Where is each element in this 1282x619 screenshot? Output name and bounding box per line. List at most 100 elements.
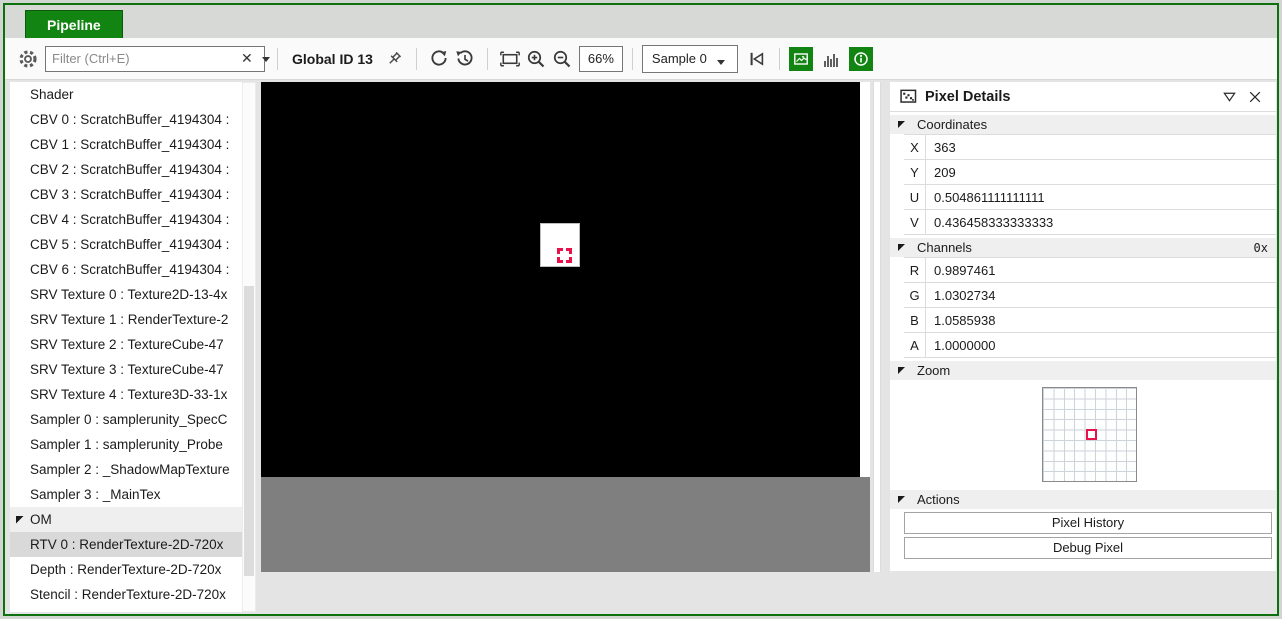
section-actions[interactable]: Actions <box>890 490 1276 509</box>
toolbar-separator <box>416 48 417 70</box>
viewport-scrollbar[interactable] <box>873 82 881 572</box>
filter-input[interactable] <box>46 51 234 66</box>
pin-button[interactable] <box>381 46 407 72</box>
info-icon <box>853 51 869 67</box>
zoom-preview-area <box>890 380 1276 487</box>
sidebar-item-label: CBV 0 : ScratchBuffer_4194304 : <box>30 112 229 127</box>
toolbar-separator <box>487 48 488 70</box>
row-value[interactable]: 1.0302734 <box>926 288 995 303</box>
sidebar-item[interactable]: Depth : RenderTexture-2D-720x <box>10 557 242 582</box>
sidebar-item[interactable]: SRV Texture 0 : Texture2D-13-4x <box>10 282 242 307</box>
debug-pixel-button[interactable]: Debug Pixel <box>904 537 1272 559</box>
sidebar-item[interactable]: Shader <box>10 82 242 107</box>
fit-to-window-button[interactable] <box>497 46 523 72</box>
sidebar-item-label: Depth : RenderTexture-2D-720x <box>30 562 221 577</box>
toolbar-separator <box>632 48 633 70</box>
sidebar-item[interactable]: CBV 0 : ScratchBuffer_4194304 : <box>10 107 242 132</box>
sidebar-item[interactable]: Sampler 0 : samplerunity_SpecC <box>10 407 242 432</box>
pixel-history-button[interactable]: Pixel History <box>904 512 1272 534</box>
sample-select[interactable]: Sample 0 <box>642 45 738 73</box>
scrollbar-thumb[interactable] <box>244 286 254 576</box>
row-value[interactable]: 1.0000000 <box>926 338 995 353</box>
sidebar-item-label: Sampler 2 : _ShadowMapTexture <box>30 462 230 477</box>
zoom-pixel-grid[interactable] <box>1042 387 1137 482</box>
zoom-in-button[interactable] <box>523 46 549 72</box>
row-value[interactable]: 0.436458333333333 <box>926 215 1053 230</box>
coordinate-row-u: U0.504861111111111 <box>904 185 1276 210</box>
tab-pipeline[interactable]: Pipeline <box>25 10 123 38</box>
channel-row-g: G1.0302734 <box>904 283 1276 308</box>
skip-to-start-button[interactable] <box>744 46 770 72</box>
history-button[interactable] <box>452 46 478 72</box>
sidebar-section-om[interactable]: OM <box>10 507 242 532</box>
row-value[interactable]: 363 <box>926 140 956 155</box>
sidebar-item[interactable]: CBV 3 : ScratchBuffer_4194304 : <box>10 182 242 207</box>
channel-row-r: R0.9897461 <box>904 258 1276 283</box>
sidebar-item[interactable]: Stencil : RenderTexture-2D-720x <box>10 582 242 607</box>
zoom-out-icon <box>552 49 572 69</box>
row-value[interactable]: 0.504861111111111 <box>926 190 1045 205</box>
expander-icon <box>898 496 905 503</box>
pipeline-resource-list: Shader CBV 0 : ScratchBuffer_4194304 : CBV… <box>10 82 242 612</box>
sidebar-item[interactable]: Sampler 1 : samplerunity_Probe <box>10 432 242 457</box>
panel-close-button[interactable] <box>1244 86 1266 108</box>
section-coordinates[interactable]: Coordinates <box>890 115 1276 134</box>
filter-dropdown-icon[interactable] <box>262 57 270 66</box>
coordinates-rows: X363Y209U0.504861111111111V0.43645833333… <box>904 134 1276 235</box>
hex-toggle[interactable]: 0x <box>1254 241 1268 255</box>
sample-select-value: Sample 0 <box>652 51 707 66</box>
scroll-down-icon[interactable] <box>245 598 253 606</box>
render-target-image[interactable] <box>261 82 860 477</box>
refresh-button[interactable] <box>426 46 452 72</box>
row-key: U <box>904 190 925 205</box>
sidebar-item[interactable]: SRV Texture 3 : TextureCube-47 <box>10 357 242 382</box>
row-value[interactable]: 0.9897461 <box>926 263 995 278</box>
sidebar-item[interactable]: RTV 0 : RenderTexture-2D-720x <box>10 532 242 557</box>
panel-dock-button[interactable] <box>1218 86 1240 108</box>
global-id-label: Global ID 13 <box>292 51 373 67</box>
tab-label: Pipeline <box>47 17 101 33</box>
sidebar-item[interactable]: SRV Texture 4 : Texture3D-33-1x <box>10 382 242 407</box>
sidebar-item[interactable]: CBV 5 : ScratchBuffer_4194304 : <box>10 232 242 257</box>
zoom-out-button[interactable] <box>549 46 575 72</box>
sidebar-item[interactable]: Sampler 3 : _MainTex <box>10 482 242 507</box>
expander-icon <box>16 516 24 524</box>
scroll-up-icon[interactable] <box>245 88 253 96</box>
close-icon <box>1248 90 1262 104</box>
toolbar-separator <box>779 48 780 70</box>
sidebar-item[interactable]: CBV 2 : ScratchBuffer_4194304 : <box>10 157 242 182</box>
histogram-button[interactable] <box>818 47 844 71</box>
gear-icon <box>18 49 38 69</box>
zoom-selected-pixel-marker <box>1086 429 1097 440</box>
row-value[interactable]: 1.0585938 <box>926 313 995 328</box>
settings-button[interactable] <box>15 46 41 72</box>
histogram-icon <box>824 61 826 67</box>
row-value[interactable]: 209 <box>926 165 956 180</box>
sidebar-item[interactable]: CBV 6 : ScratchBuffer_4194304 : <box>10 257 242 282</box>
sidebar-item[interactable]: Sampler 2 : _ShadowMapTexture <box>10 457 242 482</box>
sidebar-item[interactable]: SRV Texture 1 : RenderTexture-2 <box>10 307 242 332</box>
clear-filter-icon[interactable]: ✕ <box>234 50 260 67</box>
texture-viewport[interactable] <box>261 82 870 572</box>
expander-icon <box>898 367 905 374</box>
section-zoom[interactable]: Zoom <box>890 361 1276 380</box>
sidebar-item-label: CBV 4 : ScratchBuffer_4194304 : <box>30 212 229 227</box>
sidebar-item-label: SRV Texture 1 : RenderTexture-2 <box>30 312 228 327</box>
image-view-toggle[interactable] <box>789 47 813 71</box>
section-channels[interactable]: Channels 0x <box>890 238 1276 257</box>
sidebar-item-label: SRV Texture 0 : Texture2D-13-4x <box>30 287 227 302</box>
sidebar-scrollbar[interactable] <box>242 82 256 612</box>
coordinate-row-v: V0.436458333333333 <box>904 210 1276 235</box>
coordinate-row-y: Y209 <box>904 160 1276 185</box>
coordinate-row-x: X363 <box>904 135 1276 160</box>
sidebar-item[interactable]: CBV 1 : ScratchBuffer_4194304 : <box>10 132 242 157</box>
info-toggle[interactable] <box>849 47 873 71</box>
sidebar-item[interactable]: SRV Texture 2 : TextureCube-47 <box>10 332 242 357</box>
chevron-down-outline-icon <box>1222 89 1237 104</box>
sidebar-item-label: Sampler 0 : samplerunity_SpecC <box>30 412 227 427</box>
pixel-details-icon <box>900 88 917 105</box>
section-label: Actions <box>917 492 960 507</box>
sidebar-item[interactable]: CBV 4 : ScratchBuffer_4194304 : <box>10 207 242 232</box>
zoom-percent-field[interactable]: 66% <box>579 46 623 72</box>
section-label: Channels <box>917 240 972 255</box>
